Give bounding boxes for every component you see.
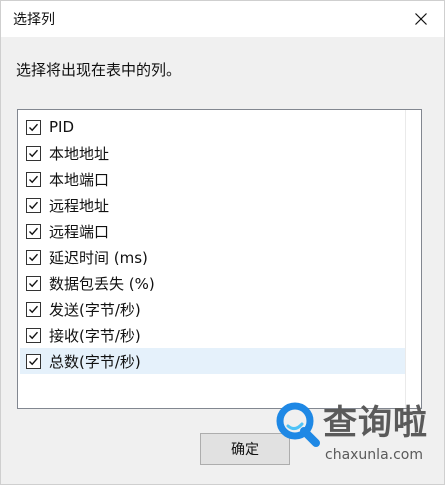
checkbox[interactable] (26, 275, 41, 291)
columns-listbox[interactable]: PID 本地地址本地端口远程地址远程端口延迟时间 (ms) 数据包丢失 (%) 发送(… (17, 109, 422, 409)
list-item-label: 延迟时间 (ms) (49, 248, 148, 267)
checkbox[interactable] (26, 171, 41, 187)
checkbox[interactable] (26, 353, 41, 369)
list-item[interactable]: 本地端口 (20, 166, 405, 192)
checkmark-icon (29, 331, 39, 339)
list-item-label: PID (49, 118, 75, 136)
watermark-url: chaxunla.com (325, 447, 423, 463)
list-item-label: 总数(字节/秒) (49, 352, 141, 371)
checkmark-icon (29, 123, 39, 131)
watermark-brand: 查询啦 (323, 403, 428, 443)
checkbox[interactable] (26, 327, 41, 343)
checkmark-icon (29, 279, 39, 287)
search-magnifier-logo-icon (276, 402, 320, 447)
checkmark-icon (29, 357, 39, 365)
list-item-label: 接收(字节/秒) (49, 326, 141, 345)
list-item-label: 数据包丢失 (%) (49, 274, 155, 293)
scrollbar-track[interactable] (405, 110, 421, 408)
checkmark-icon (29, 201, 39, 209)
checkmark-icon (29, 175, 39, 183)
checkbox[interactable] (26, 145, 41, 161)
list-item[interactable]: 总数(字节/秒) (20, 348, 405, 374)
list-item-label: 本地端口 (49, 170, 110, 189)
list-item[interactable]: 延迟时间 (ms) (20, 244, 405, 270)
dialog-title: 选择列 (13, 12, 55, 28)
list-item[interactable]: 发送(字节/秒) (20, 296, 405, 322)
list-item-label: 远程端口 (49, 222, 110, 241)
list-item-label: 远程地址 (49, 196, 110, 215)
list-item[interactable]: PID (20, 114, 405, 140)
close-icon (415, 13, 427, 25)
list-item[interactable]: 接收(字节/秒) (20, 322, 405, 348)
close-button[interactable] (398, 1, 444, 37)
select-columns-dialog: 选择列 选择将出现在表中的列。 PID 本地地址本地端口远程地址远程端口延迟时间 … (0, 0, 445, 485)
watermark: 查询啦 chaxunla.com (263, 393, 443, 483)
checkbox[interactable] (26, 301, 41, 317)
checkmark-icon (29, 149, 39, 157)
checkbox[interactable] (26, 249, 41, 265)
checkmark-icon (29, 253, 39, 261)
columns-list: PID 本地地址本地端口远程地址远程端口延迟时间 (ms) 数据包丢失 (%) 发送(… (18, 110, 405, 408)
checkmark-icon (29, 305, 39, 313)
list-item[interactable]: 远程地址 (20, 192, 405, 218)
checkbox[interactable] (26, 119, 41, 135)
checkmark-icon (29, 227, 39, 235)
instruction-text: 选择将出现在表中的列。 (16, 61, 182, 79)
list-item[interactable]: 远程端口 (20, 218, 405, 244)
checkbox[interactable] (26, 223, 41, 239)
list-item-label: 本地地址 (49, 144, 110, 163)
list-item[interactable]: 数据包丢失 (%) (20, 270, 405, 296)
title-bar: 选择列 (1, 1, 444, 37)
list-item[interactable]: 本地地址 (20, 140, 405, 166)
checkbox[interactable] (26, 197, 41, 213)
list-item-label: 发送(字节/秒) (49, 300, 141, 319)
